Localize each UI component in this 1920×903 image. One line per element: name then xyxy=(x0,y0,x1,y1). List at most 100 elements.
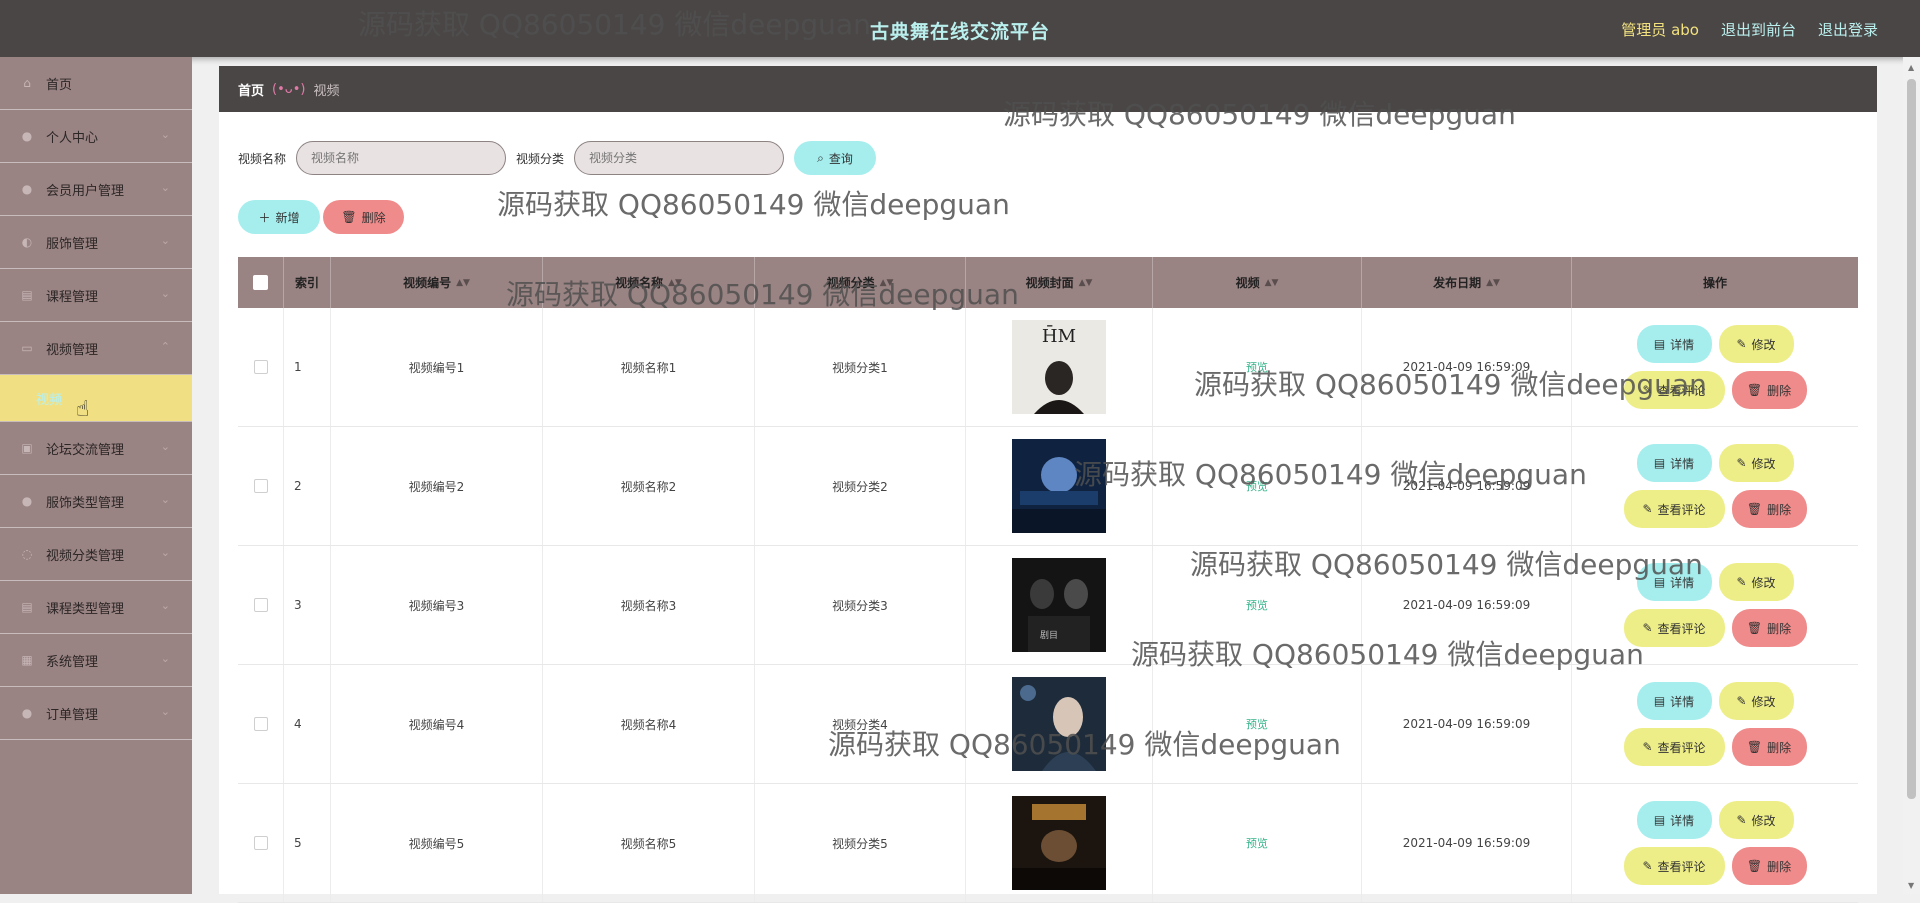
preview-link[interactable]: 预览 xyxy=(1246,597,1268,613)
edit-button[interactable]: ✎ 修改 xyxy=(1718,444,1794,482)
remove-button[interactable]: 🗑 删除 xyxy=(1731,847,1807,885)
ops-line: ✎ 查看评论 🗑 删除 xyxy=(1623,728,1807,766)
top-bar: 古典舞在线交流平台 管理员 abo 退出到前台 退出登录 xyxy=(0,0,1920,57)
row-select-cell xyxy=(238,784,284,902)
sidebar-subitem-video[interactable]: 视频 xyxy=(0,375,192,422)
video-cover-cell: 剧目 xyxy=(966,546,1153,664)
detail-button[interactable]: ▤ 详情 xyxy=(1636,325,1712,363)
column-header[interactable]: 视频 ▲▼ xyxy=(1153,257,1362,308)
row-select-cell xyxy=(238,308,284,426)
sidebar-item-clothing-types[interactable]: ● 服饰类型管理 ⌄ xyxy=(0,475,192,528)
sidebar-item-label: 服饰类型管理 xyxy=(46,495,125,511)
column-header-label: 视频名称 xyxy=(615,276,664,290)
add-button[interactable]: ＋ 新增 xyxy=(238,200,320,234)
vertical-scrollbar[interactable]: ▲ ▼ xyxy=(1903,57,1920,894)
detail-button[interactable]: ▤ 详情 xyxy=(1636,682,1712,720)
preview-link[interactable]: 预览 xyxy=(1246,478,1268,494)
home-icon: ⌂ xyxy=(23,76,31,90)
sidebar-item-course-types[interactable]: ▤ 课程类型管理 ⌄ xyxy=(0,581,192,634)
query-button-label: 查询 xyxy=(828,151,853,166)
video-name-input[interactable] xyxy=(296,141,507,175)
column-header-label: 视频分类 xyxy=(826,276,875,290)
sort-icon[interactable]: ▲▼ xyxy=(880,278,894,288)
sidebar-item-forum[interactable]: ▣ 论坛交流管理 ⌄ xyxy=(0,422,192,475)
index-cell: 1 xyxy=(284,308,331,426)
row-checkbox[interactable] xyxy=(253,598,268,612)
edit-button[interactable]: ✎ 修改 xyxy=(1718,563,1794,601)
column-header-label: 索引 xyxy=(294,276,319,290)
preview-link[interactable]: 预览 xyxy=(1246,835,1268,851)
column-header[interactable]: 视频名称 ▲▼ xyxy=(543,257,755,308)
logout-link[interactable]: 退出登录 xyxy=(1818,19,1878,40)
sort-icon[interactable]: ▲▼ xyxy=(1265,278,1279,288)
publish-date-cell: 2021-04-09 16:59:09 xyxy=(1362,427,1572,545)
view-comments-button[interactable]: ✎ 查看评论 xyxy=(1623,609,1725,647)
column-header[interactable]: 视频编号 ▲▼ xyxy=(331,257,543,308)
pencil-icon: ✎ xyxy=(1736,337,1747,351)
edit-button[interactable]: ✎ 修改 xyxy=(1718,801,1794,839)
remove-button-label: 删除 xyxy=(1767,502,1792,517)
back-to-front-link[interactable]: 退出到前台 xyxy=(1721,19,1796,40)
sidebar-item-orders[interactable]: ● 订单管理 ⌄ xyxy=(0,687,192,740)
delete-button[interactable]: 🗑 删除 xyxy=(323,200,404,234)
sort-icon[interactable]: ▲▼ xyxy=(1079,278,1093,288)
video-name-cell: 视频名称4 xyxy=(543,665,755,783)
column-header[interactable]: 视频分类 ▲▼ xyxy=(755,257,966,308)
view-comments-button[interactable]: ✎ 查看评论 xyxy=(1623,847,1725,885)
column-header[interactable]: 视频封面 ▲▼ xyxy=(966,257,1153,308)
row-checkbox[interactable] xyxy=(253,717,268,731)
query-button[interactable]: ⌕ 查询 xyxy=(794,141,877,175)
breadcrumb-home[interactable]: 首页 xyxy=(238,80,264,99)
sort-icon[interactable]: ▲▼ xyxy=(1486,278,1500,288)
preview-link[interactable]: 预览 xyxy=(1246,359,1268,375)
trash-icon: 🗑 xyxy=(1746,383,1763,397)
table-header: 索引 视频编号 ▲▼ 视频名称 ▲▼ 视频分类 ▲▼ 视频封面 ▲▼ 视频 ▲▼ 发布日期… xyxy=(238,257,1858,308)
remove-button[interactable]: 🗑 删除 xyxy=(1731,371,1807,409)
sidebar-item-courses[interactable]: ▤ 课程管理 ⌄ xyxy=(0,269,192,322)
row-checkbox[interactable] xyxy=(253,360,268,374)
select-all-checkbox[interactable] xyxy=(253,275,268,290)
remove-button[interactable]: 🗑 删除 xyxy=(1731,609,1807,647)
detail-button-label: 详情 xyxy=(1670,456,1695,471)
view-comments-button[interactable]: ✎ 查看评论 xyxy=(1623,371,1725,409)
view-comments-button[interactable]: ✎ 查看评论 xyxy=(1623,728,1725,766)
scroll-down-icon[interactable]: ▼ xyxy=(1908,881,1914,890)
remove-button[interactable]: 🗑 删除 xyxy=(1731,728,1807,766)
view-comments-button-label: 查看评论 xyxy=(1657,502,1706,517)
sort-icon[interactable]: ▲▼ xyxy=(668,278,682,288)
sidebar-item-video-categories[interactable]: ◌ 视频分类管理 ⌄ xyxy=(0,528,192,581)
edit-button[interactable]: ✎ 修改 xyxy=(1718,325,1794,363)
sidebar-item-videos[interactable]: ▭ 视频管理 ⌃ xyxy=(0,322,192,375)
video-cover-image xyxy=(1012,796,1106,890)
operations-cell: ▤ 详情 ✎ 修改 ✎ 查看评论 🗑 删除 xyxy=(1572,427,1858,545)
row-checkbox[interactable] xyxy=(253,479,268,493)
detail-button[interactable]: ▤ 详情 xyxy=(1636,801,1712,839)
detail-button[interactable]: ▤ 详情 xyxy=(1636,563,1712,601)
search-icon: ⌕ xyxy=(817,150,824,165)
sidebar-item-clothing[interactable]: ◐ 服饰管理 ⌄ xyxy=(0,216,192,269)
sidebar-item-system[interactable]: ▦ 系统管理 ⌄ xyxy=(0,634,192,687)
remove-button[interactable]: 🗑 删除 xyxy=(1731,490,1807,528)
sidebar-item-members[interactable]: ● 会员用户管理 ⌄ xyxy=(0,163,192,216)
scrollbar-thumb[interactable] xyxy=(1907,79,1916,799)
table-row: 3 视频编号3 视频名称3 视频分类3 剧目 预览 2021-04-09 16:… xyxy=(238,546,1858,665)
video-code-cell: 视频编号3 xyxy=(331,546,543,664)
sidebar-item-profile[interactable]: ● 个人中心 ⌄ xyxy=(0,110,192,163)
video-table: 索引 视频编号 ▲▼ 视频名称 ▲▼ 视频分类 ▲▼ 视频封面 ▲▼ 视频 ▲▼ 发布日期… xyxy=(238,257,1858,903)
sidebar-item-label: 会员用户管理 xyxy=(46,183,125,199)
detail-button-label: 详情 xyxy=(1670,813,1695,828)
edit-button[interactable]: ✎ 修改 xyxy=(1718,682,1794,720)
video-category-cell: 视频分类2 xyxy=(755,427,966,545)
video-category-input[interactable] xyxy=(574,141,785,175)
trash-icon: 🗑 xyxy=(1746,859,1763,873)
view-comments-button[interactable]: ✎ 查看评论 xyxy=(1623,490,1725,528)
sort-icon[interactable]: ▲▼ xyxy=(456,278,470,288)
sidebar-item-home[interactable]: ⌂ 首页 xyxy=(0,57,192,110)
row-checkbox[interactable] xyxy=(253,836,268,850)
row-operations: ▤ 详情 ✎ 修改 ✎ 查看评论 🗑 删除 xyxy=(1623,444,1807,528)
preview-link[interactable]: 预览 xyxy=(1246,716,1268,732)
scroll-up-icon[interactable]: ▲ xyxy=(1908,63,1914,72)
video-preview-cell: 预览 xyxy=(1153,427,1362,545)
detail-button[interactable]: ▤ 详情 xyxy=(1636,444,1712,482)
column-header[interactable]: 发布日期 ▲▼ xyxy=(1362,257,1572,308)
